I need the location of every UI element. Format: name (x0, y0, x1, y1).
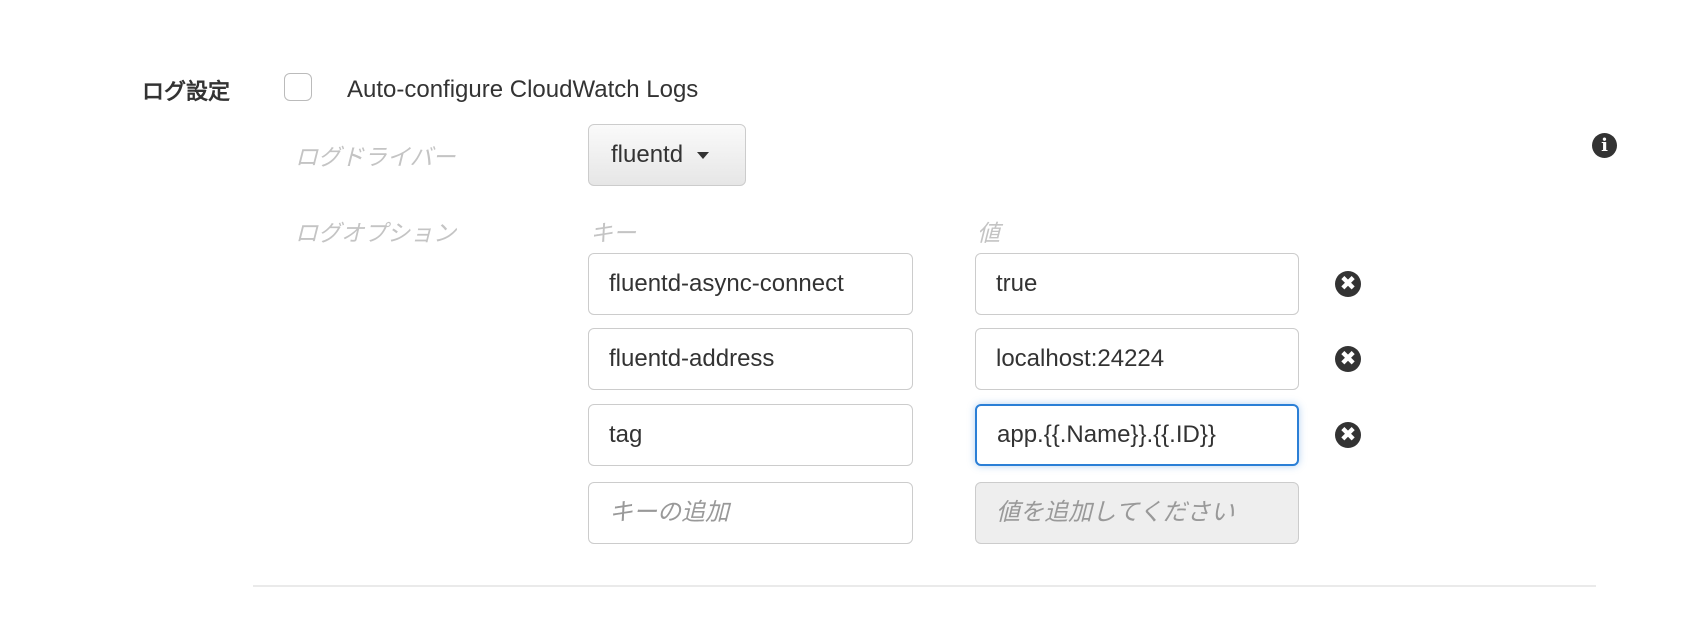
section-divider (253, 585, 1596, 587)
log-driver-dropdown[interactable]: fluentd (588, 124, 746, 186)
option-key-input[interactable] (588, 404, 913, 466)
auto-configure-cloudwatch-label[interactable]: Auto-configure CloudWatch Logs (347, 76, 698, 104)
caret-down-icon (697, 151, 710, 159)
remove-option-icon[interactable]: ✖ (1335, 271, 1361, 297)
log-driver-label: ログドライバー (295, 144, 456, 170)
option-key-input[interactable] (588, 253, 913, 315)
remove-option-icon[interactable]: ✖ (1335, 346, 1361, 372)
info-icon[interactable]: i (1592, 133, 1617, 158)
auto-configure-cloudwatch-checkbox[interactable] (284, 73, 312, 101)
log-settings-label: ログ設定 (142, 79, 231, 104)
new-key-input[interactable] (588, 482, 913, 544)
log-driver-value: fluentd (611, 141, 684, 168)
option-value-input[interactable] (975, 404, 1299, 466)
value-column-header: 値 (977, 220, 1000, 246)
log-options-label: ログオプション (295, 220, 456, 246)
remove-option-icon[interactable]: ✖ (1335, 422, 1361, 448)
key-column-header: キー (590, 220, 636, 246)
option-value-input[interactable] (975, 328, 1299, 390)
option-key-input[interactable] (588, 328, 913, 390)
new-value-input[interactable] (975, 482, 1299, 544)
option-value-input[interactable] (975, 253, 1299, 315)
